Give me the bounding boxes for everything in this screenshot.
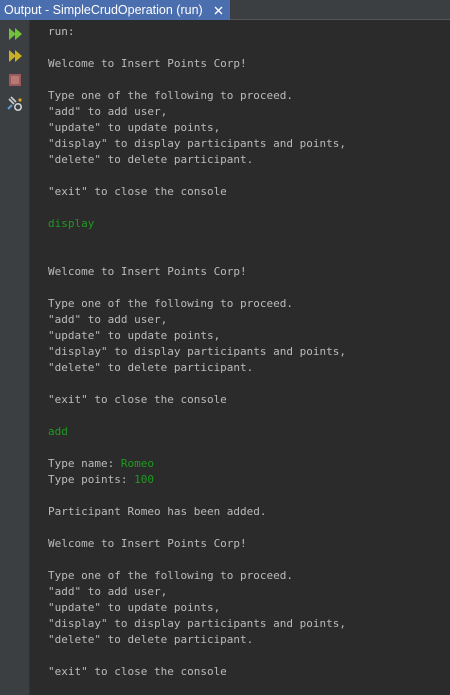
console-text: "exit" to close the console xyxy=(48,665,227,678)
console-line: Welcome to Insert Points Corp! xyxy=(48,536,450,552)
console-text: "exit" to close the console xyxy=(48,393,227,406)
output-window: Output - SimpleCrudOperation (run) run: … xyxy=(0,0,450,695)
console-user-input: Romeo xyxy=(120,457,154,470)
rerun-icon[interactable] xyxy=(4,24,26,44)
console-line: "display" to display participants and po… xyxy=(48,344,450,360)
console-text: "delete" to delete participant. xyxy=(48,361,254,374)
console-line: "update" to update points, xyxy=(48,120,450,136)
console-line: Type one of the following to proceed. xyxy=(48,88,450,104)
console-text: "update" to update points, xyxy=(48,329,221,342)
console-text: Participant Romeo has been added. xyxy=(48,505,267,518)
console-line: Type points: 100 xyxy=(48,472,450,488)
console-text: "display" to display participants and po… xyxy=(48,345,347,358)
output-toolbar xyxy=(0,20,30,695)
console-line: "exit" to close the console xyxy=(48,664,450,680)
console-text: "add" to add user, xyxy=(48,585,168,598)
console-text: "delete" to delete participant. xyxy=(48,153,254,166)
console-text: "add" to add user, xyxy=(48,105,168,118)
console-line: "display" to display participants and po… xyxy=(48,616,450,632)
console-user-input: display xyxy=(48,217,95,230)
console-text: "update" to update points, xyxy=(48,601,221,614)
console-line: Type one of the following to proceed. xyxy=(48,568,450,584)
console-text: Type one of the following to proceed. xyxy=(48,569,294,582)
console-line: Participant Romeo has been added. xyxy=(48,504,450,520)
console-text: "display" to display participants and po… xyxy=(48,617,347,630)
console-user-input: add xyxy=(48,425,68,438)
console-line: "add" to add user, xyxy=(48,312,450,328)
console-text: "update" to update points, xyxy=(48,121,221,134)
console-line: add xyxy=(48,424,450,440)
console-line: Welcome to Insert Points Corp! xyxy=(48,56,450,72)
console-line: "update" to update points, xyxy=(48,328,450,344)
tab-output[interactable]: Output - SimpleCrudOperation (run) xyxy=(0,0,230,20)
console-line: "update" to update points, xyxy=(48,600,450,616)
console-line: display xyxy=(48,216,450,232)
console-line: Type name: Romeo xyxy=(48,456,450,472)
tab-bar: Output - SimpleCrudOperation (run) xyxy=(0,0,450,20)
console-text: Welcome to Insert Points Corp! xyxy=(48,537,247,550)
console-text: Welcome to Insert Points Corp! xyxy=(48,57,247,70)
console-output[interactable]: run: Welcome to Insert Points Corp! Type o… xyxy=(48,24,450,680)
settings-icon[interactable] xyxy=(4,94,26,114)
console-text: Welcome to Insert Points Corp! xyxy=(48,265,247,278)
console-line: "delete" to delete participant. xyxy=(48,632,450,648)
console-text: "add" to add user, xyxy=(48,313,168,326)
console-text: Type one of the following to proceed. xyxy=(48,89,294,102)
console-user-input: 100 xyxy=(134,473,154,486)
console-text: "display" to display participants and po… xyxy=(48,137,347,150)
close-icon[interactable] xyxy=(211,3,225,17)
console-line: Welcome to Insert Points Corp! xyxy=(48,264,450,280)
console-text: Type one of the following to proceed. xyxy=(48,297,294,310)
console-text: Type name: xyxy=(48,457,121,470)
console-line: "delete" to delete participant. xyxy=(48,360,450,376)
console-text: Type points: xyxy=(48,473,135,486)
console-text: "delete" to delete participant. xyxy=(48,633,254,646)
console-line: Type one of the following to proceed. xyxy=(48,296,450,312)
rerun-with-options-icon[interactable] xyxy=(4,46,26,66)
console-line: "add" to add user, xyxy=(48,584,450,600)
console-line: "add" to add user, xyxy=(48,104,450,120)
console-line: "exit" to close the console xyxy=(48,392,450,408)
console-line: run: xyxy=(48,24,450,40)
tab-title: Output - SimpleCrudOperation (run) xyxy=(4,3,203,17)
console-line: "exit" to close the console xyxy=(48,184,450,200)
console-text: run: xyxy=(48,25,75,38)
console-line: "display" to display participants and po… xyxy=(48,136,450,152)
stop-icon[interactable] xyxy=(4,70,26,90)
console-line: "delete" to delete participant. xyxy=(48,152,450,168)
console-text: "exit" to close the console xyxy=(48,185,227,198)
